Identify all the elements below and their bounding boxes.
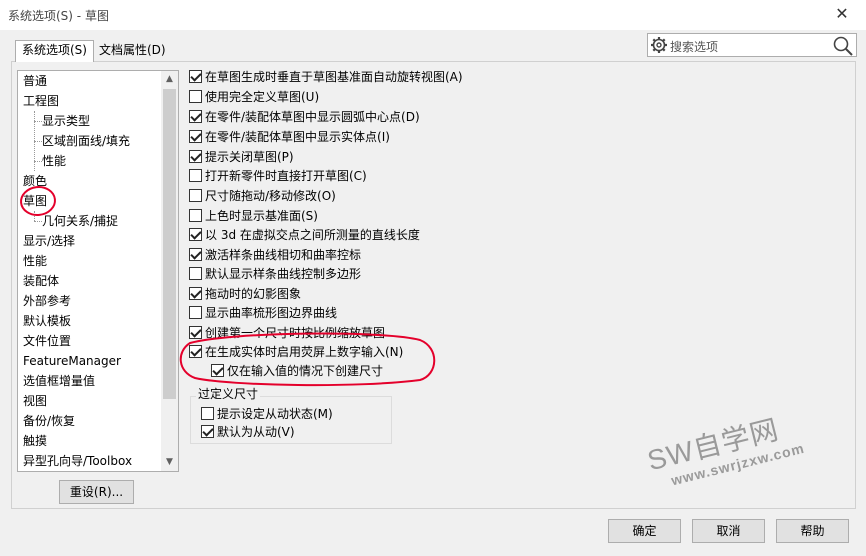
tree-item-featuremanager[interactable]: FeatureManager: [23, 351, 121, 371]
help-button[interactable]: 帮助: [776, 519, 849, 543]
option-fully-defined-sketches[interactable]: 使用完全定义草图(U): [189, 88, 319, 106]
tree-item-area-hatch[interactable]: 区域剖面线/填充: [42, 131, 130, 151]
option-ghost-image-drag[interactable]: 拖动时的幻影图象: [189, 285, 301, 303]
option-line-length-virtual-sharps[interactable]: 以 3d 在虚拟交点之间所测量的直线长度: [189, 226, 420, 244]
option-open-sketch-new-part[interactable]: 打开新零件时直接打开草图(C): [189, 167, 367, 185]
checkbox[interactable]: [201, 425, 214, 438]
option-entity-points[interactable]: 在零件/装配体草图中显示实体点(I): [189, 128, 390, 146]
option-default-driven[interactable]: 默认为从动(V): [201, 423, 295, 441]
option-create-dim-only-value[interactable]: 仅在输入值的情况下创建尺寸: [211, 362, 383, 380]
tree-guide: [34, 211, 35, 221]
search-input[interactable]: 搜索选项: [670, 38, 718, 55]
option-display-plane-shaded[interactable]: 上色时显示基准面(S): [189, 207, 318, 225]
option-spline-control-polygon[interactable]: 默认显示样条曲线控制多边形: [189, 265, 361, 283]
option-arc-centerpoints[interactable]: 在零件/装配体草图中显示圆弧中心点(D): [189, 108, 420, 126]
tree-item-file-locations[interactable]: 文件位置: [23, 331, 71, 351]
overdefine-group-title: 过定义尺寸: [196, 386, 261, 402]
search-options-box[interactable]: 搜索选项: [647, 33, 857, 57]
option-prompt-close-sketch[interactable]: 提示关闭草图(P): [189, 148, 294, 166]
option-prompt-driven-state[interactable]: 提示设定从动状态(M): [201, 405, 333, 423]
system-options-dialog: 系统选项(S) - 草图 ✕ 系统选项(S) 文档属性(D) 搜索选项 普通 工…: [0, 0, 866, 556]
window-title: 系统选项(S) - 草图: [8, 9, 109, 23]
tree-item-backup-recover[interactable]: 备份/恢复: [23, 411, 75, 431]
reset-button[interactable]: 重设(R)...: [59, 480, 134, 504]
checkbox[interactable]: [189, 169, 202, 182]
tree-item-drawing-performance[interactable]: 性能: [42, 151, 66, 171]
gear-icon[interactable]: [650, 36, 668, 54]
tree-item-view[interactable]: 视图: [23, 391, 47, 411]
checkbox[interactable]: [211, 364, 224, 377]
checkbox[interactable]: [189, 306, 202, 319]
tree-item-hole-wizard-toolbox[interactable]: 异型孔向导/Toolbox: [23, 451, 132, 471]
checkbox[interactable]: [189, 228, 202, 241]
checkbox[interactable]: [189, 345, 202, 358]
tree-item-drawings[interactable]: 工程图: [23, 91, 59, 111]
checkbox[interactable]: [189, 150, 202, 163]
checkbox[interactable]: [189, 326, 202, 339]
tree-scrollbar[interactable]: ▲ ▼: [161, 71, 178, 471]
tree-item-assemblies[interactable]: 装配体: [23, 271, 59, 291]
checkbox[interactable]: [189, 209, 202, 222]
tree-item-touch[interactable]: 触摸: [23, 431, 47, 451]
checkbox[interactable]: [189, 189, 202, 202]
scroll-thumb[interactable]: [163, 89, 176, 399]
option-auto-rotate[interactable]: 在草图生成时垂直于草图基准面自动旋转视图(A): [189, 68, 463, 86]
scroll-up-icon[interactable]: ▲: [161, 71, 178, 88]
tab-document-properties[interactable]: 文档属性(D): [93, 41, 172, 61]
checkbox[interactable]: [189, 287, 202, 300]
tab-system-options[interactable]: 系统选项(S): [15, 40, 94, 62]
tree-item-colors[interactable]: 颜色: [23, 171, 47, 191]
ok-button[interactable]: 确定: [608, 519, 681, 543]
cancel-button[interactable]: 取消: [692, 519, 765, 543]
tree-guide: [34, 221, 42, 222]
checkbox[interactable]: [189, 267, 202, 280]
option-scale-sketch-first-dim[interactable]: 创建第一个尺寸时按比例缩放草图: [189, 324, 385, 342]
close-icon[interactable]: ✕: [832, 4, 852, 24]
option-spline-tangency-handles[interactable]: 激活样条曲线相切和曲率控标: [189, 246, 361, 264]
option-override-dims-drag[interactable]: 尺寸随拖动/移动修改(O): [189, 187, 336, 205]
tree-item-performance[interactable]: 性能: [23, 251, 47, 271]
tree-item-external-refs[interactable]: 外部参考: [23, 291, 71, 311]
option-curvature-comb-bounding[interactable]: 显示曲率梳形图边界曲线: [189, 304, 337, 322]
checkbox[interactable]: [201, 407, 214, 420]
tree-item-general[interactable]: 普通: [23, 71, 47, 91]
tree-item-display-style[interactable]: 显示类型: [42, 111, 90, 131]
checkbox[interactable]: [189, 248, 202, 261]
checkbox[interactable]: [189, 70, 202, 83]
tree-item-display-selection[interactable]: 显示/选择: [23, 231, 75, 251]
checkbox[interactable]: [189, 110, 202, 123]
tree-guide: [34, 161, 42, 162]
tree-item-sketch[interactable]: 草图: [23, 191, 47, 211]
checkbox[interactable]: [189, 130, 202, 143]
title-bar: 系统选项(S) - 草图 ✕: [0, 0, 866, 30]
tree-guide: [34, 141, 42, 142]
search-icon[interactable]: [832, 35, 854, 57]
tree-item-spin-box-increments[interactable]: 选值框增量值: [23, 371, 95, 391]
option-onscreen-numeric-input[interactable]: 在生成实体时启用荧屏上数字输入(N): [189, 343, 403, 361]
scroll-down-icon[interactable]: ▼: [161, 454, 178, 471]
options-tree[interactable]: 普通 工程图 显示类型 区域剖面线/填充 性能 颜色 草图 几何关系/捕捉 显示…: [17, 70, 179, 472]
tree-item-relations-snaps[interactable]: 几何关系/捕捉: [42, 211, 118, 231]
tree-item-default-templates[interactable]: 默认模板: [23, 311, 71, 331]
checkbox[interactable]: [189, 90, 202, 103]
tree-guide: [34, 121, 42, 122]
